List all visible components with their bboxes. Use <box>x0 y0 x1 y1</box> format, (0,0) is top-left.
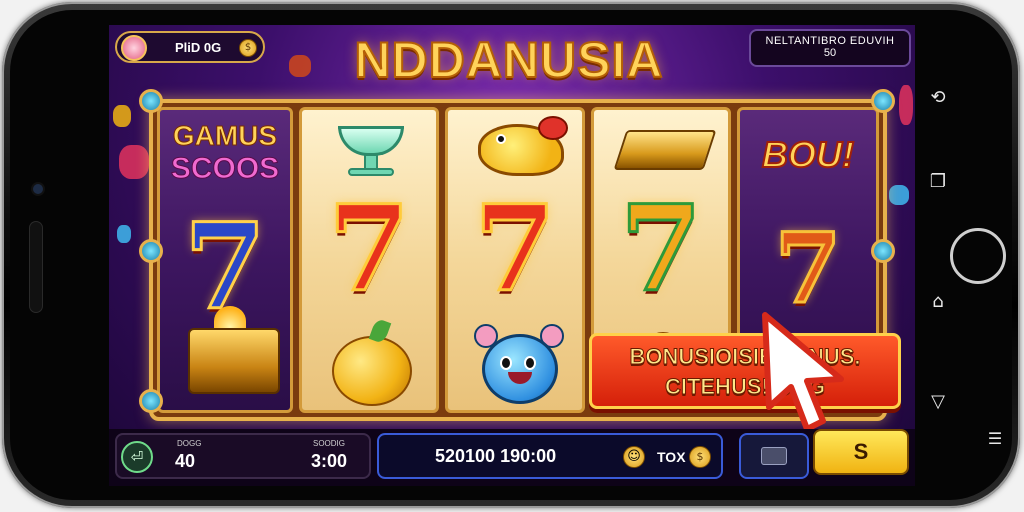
avatar <box>121 35 147 61</box>
bet-value: 40 <box>175 451 196 471</box>
sparkle-gem <box>899 85 913 125</box>
info-panel: NELTANTIBRO EDUVIH 50 <box>749 29 911 67</box>
menu-icon[interactable]: ☰ <box>984 428 1006 450</box>
bet-panel: ⏎ DOGG 40 SOODIG 3:00 <box>115 433 371 479</box>
smiley-icon: ☺ <box>623 446 645 468</box>
card-icon <box>761 447 787 465</box>
balance-panel: 520100 190:00 ☺ TOX $ <box>377 433 723 479</box>
frame-gem <box>139 239 163 263</box>
home-icon[interactable]: ⌂ <box>926 290 950 314</box>
bet-label: DOGG <box>177 439 202 448</box>
fish-eye <box>496 134 506 144</box>
home-button[interactable] <box>950 228 1006 284</box>
reel-symbol-text: BOU! <box>761 133 855 176</box>
sparkle-gem <box>113 105 131 127</box>
hand-cursor-icon <box>762 312 844 432</box>
reel-symbol-text: GAMUS <box>172 120 278 152</box>
frame-gem <box>871 89 895 113</box>
coin-icon: $ <box>239 39 257 57</box>
card-panel[interactable] <box>739 433 809 479</box>
info-value: 50 <box>823 47 837 59</box>
reel-3: 7 <box>445 107 585 413</box>
creature-eye <box>500 356 512 370</box>
bonus-line-2: CITEHUS! OUG <box>664 374 826 400</box>
gold-bar-symbol <box>613 130 717 170</box>
game-title: NDDANUSIA <box>354 31 664 89</box>
sparkle-gem <box>117 225 131 243</box>
sparkle-gem <box>289 55 311 77</box>
info-label: NELTANTIBRO EDUVIH <box>765 35 895 47</box>
back-triangle-icon[interactable]: ▽ <box>926 390 950 414</box>
seven-symbol: 7 <box>326 179 411 318</box>
seven-symbol: 7 <box>472 179 557 318</box>
back-arrow-icon[interactable]: ⏎ <box>121 441 153 473</box>
treasure-chest-symbol <box>188 328 280 394</box>
reel-1: GAMUS SCOOS 7 <box>157 107 293 413</box>
fish-fin <box>538 116 568 140</box>
goblet-symbol <box>338 126 404 156</box>
game-screen: PliD 0G $ NDDANUSIA NELTANTIBRO EDUVIH 5… <box>109 25 915 486</box>
spin-button[interactable]: S <box>813 429 909 475</box>
time-value: 3:00 <box>311 451 348 471</box>
bonus-line-1: BONUSIOISIE JANUS. <box>629 344 861 370</box>
time-label: SOODIG <box>313 439 346 448</box>
speaker-grille <box>30 222 42 312</box>
frame-gem <box>139 89 163 113</box>
balance-value: 520100 190:00 <box>435 446 557 466</box>
sparkle-gem <box>119 145 149 179</box>
reel-2: 7 <box>299 107 439 413</box>
creature-eye <box>524 356 536 370</box>
creature-symbol <box>482 334 558 404</box>
bottom-bar: ⏎ DOGG 40 SOODIG 3:00 520100 190:00 ☺ TO… <box>109 429 915 486</box>
frame-gem <box>871 239 895 263</box>
seven-symbol: 7 <box>618 179 703 318</box>
rotate-icon[interactable]: ⟲ <box>926 86 950 110</box>
frame-gem <box>139 389 163 413</box>
front-camera <box>33 184 43 194</box>
player-panel[interactable]: PliD 0G $ <box>115 31 265 63</box>
tax-label: TOX <box>657 449 686 465</box>
player-label: PliD 0G <box>175 40 222 55</box>
copy-icon[interactable]: ❐ <box>926 170 950 194</box>
sparkle-gem <box>889 185 909 205</box>
apple-symbol <box>332 336 412 406</box>
goblet-base <box>348 168 394 176</box>
coin-icon: $ <box>689 446 711 468</box>
bonus-banner[interactable]: BONUSIOISIE JANUS. CITEHUS! OUG <box>589 333 901 409</box>
reel-symbol-text: SCOOS <box>170 152 280 186</box>
